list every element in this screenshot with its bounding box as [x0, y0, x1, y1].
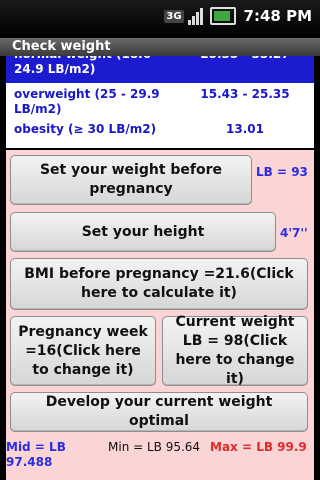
min-weight-label: Min = LB 95.64: [108, 440, 201, 454]
set-height-button[interactable]: Set your height: [10, 212, 276, 252]
pregnancy-week-button[interactable]: Pregnancy week =16(Click here to change …: [10, 316, 156, 386]
mid-weight-label: Mid = LB 97.488: [6, 440, 66, 469]
table-row[interactable]: normal weight (18.6 - 24.9 LB/m2) 25.35 …: [6, 56, 314, 83]
table-row[interactable]: overweight (25 - 29.9 LB/m2) 15.43 - 25.…: [6, 87, 314, 119]
signal-strength-icon: [187, 7, 206, 25]
bmi-range: 15.43 - 25.35: [200, 87, 290, 101]
set-weight-button[interactable]: Set your weight before pregnancy: [10, 155, 252, 205]
current-weight-button[interactable]: Current weight LB = 98(Click here to cha…: [162, 314, 308, 387]
page-title: Check weight: [0, 38, 320, 56]
status-icons: 3G 7:48 PM: [164, 7, 312, 25]
status-bar: 3G 7:48 PM: [0, 0, 320, 38]
table-row[interactable]: obesity (≥ 30 LB/m2) 13.01: [6, 122, 314, 142]
battery-icon: [209, 7, 236, 25]
weight-value-label: LB = 93: [256, 165, 308, 179]
bmi-category: overweight (25 - 29.9 LB/m2): [14, 87, 160, 116]
bmi-calculate-button[interactable]: BMI before pregnancy =21.6(Click here to…: [10, 258, 308, 310]
bmi-category: obesity (≥ 30 LB/m2): [14, 122, 157, 136]
bmi-table: normal weight (18.6 - 24.9 LB/m2) 25.35 …: [6, 56, 314, 148]
height-value-label: 4'7'': [280, 226, 308, 240]
max-weight-label: Max = LB 99.9: [210, 440, 307, 454]
network-type-icon: 3G: [164, 9, 184, 23]
bmi-range: 25.35 - 33.27: [176, 56, 314, 83]
bmi-range: 13.01: [226, 122, 264, 136]
develop-optimal-button[interactable]: Develop your current weight optimal: [10, 392, 308, 432]
bmi-category: normal weight (18.6 - 24.9 LB/m2): [14, 56, 160, 76]
status-time: 7:48 PM: [243, 7, 312, 25]
